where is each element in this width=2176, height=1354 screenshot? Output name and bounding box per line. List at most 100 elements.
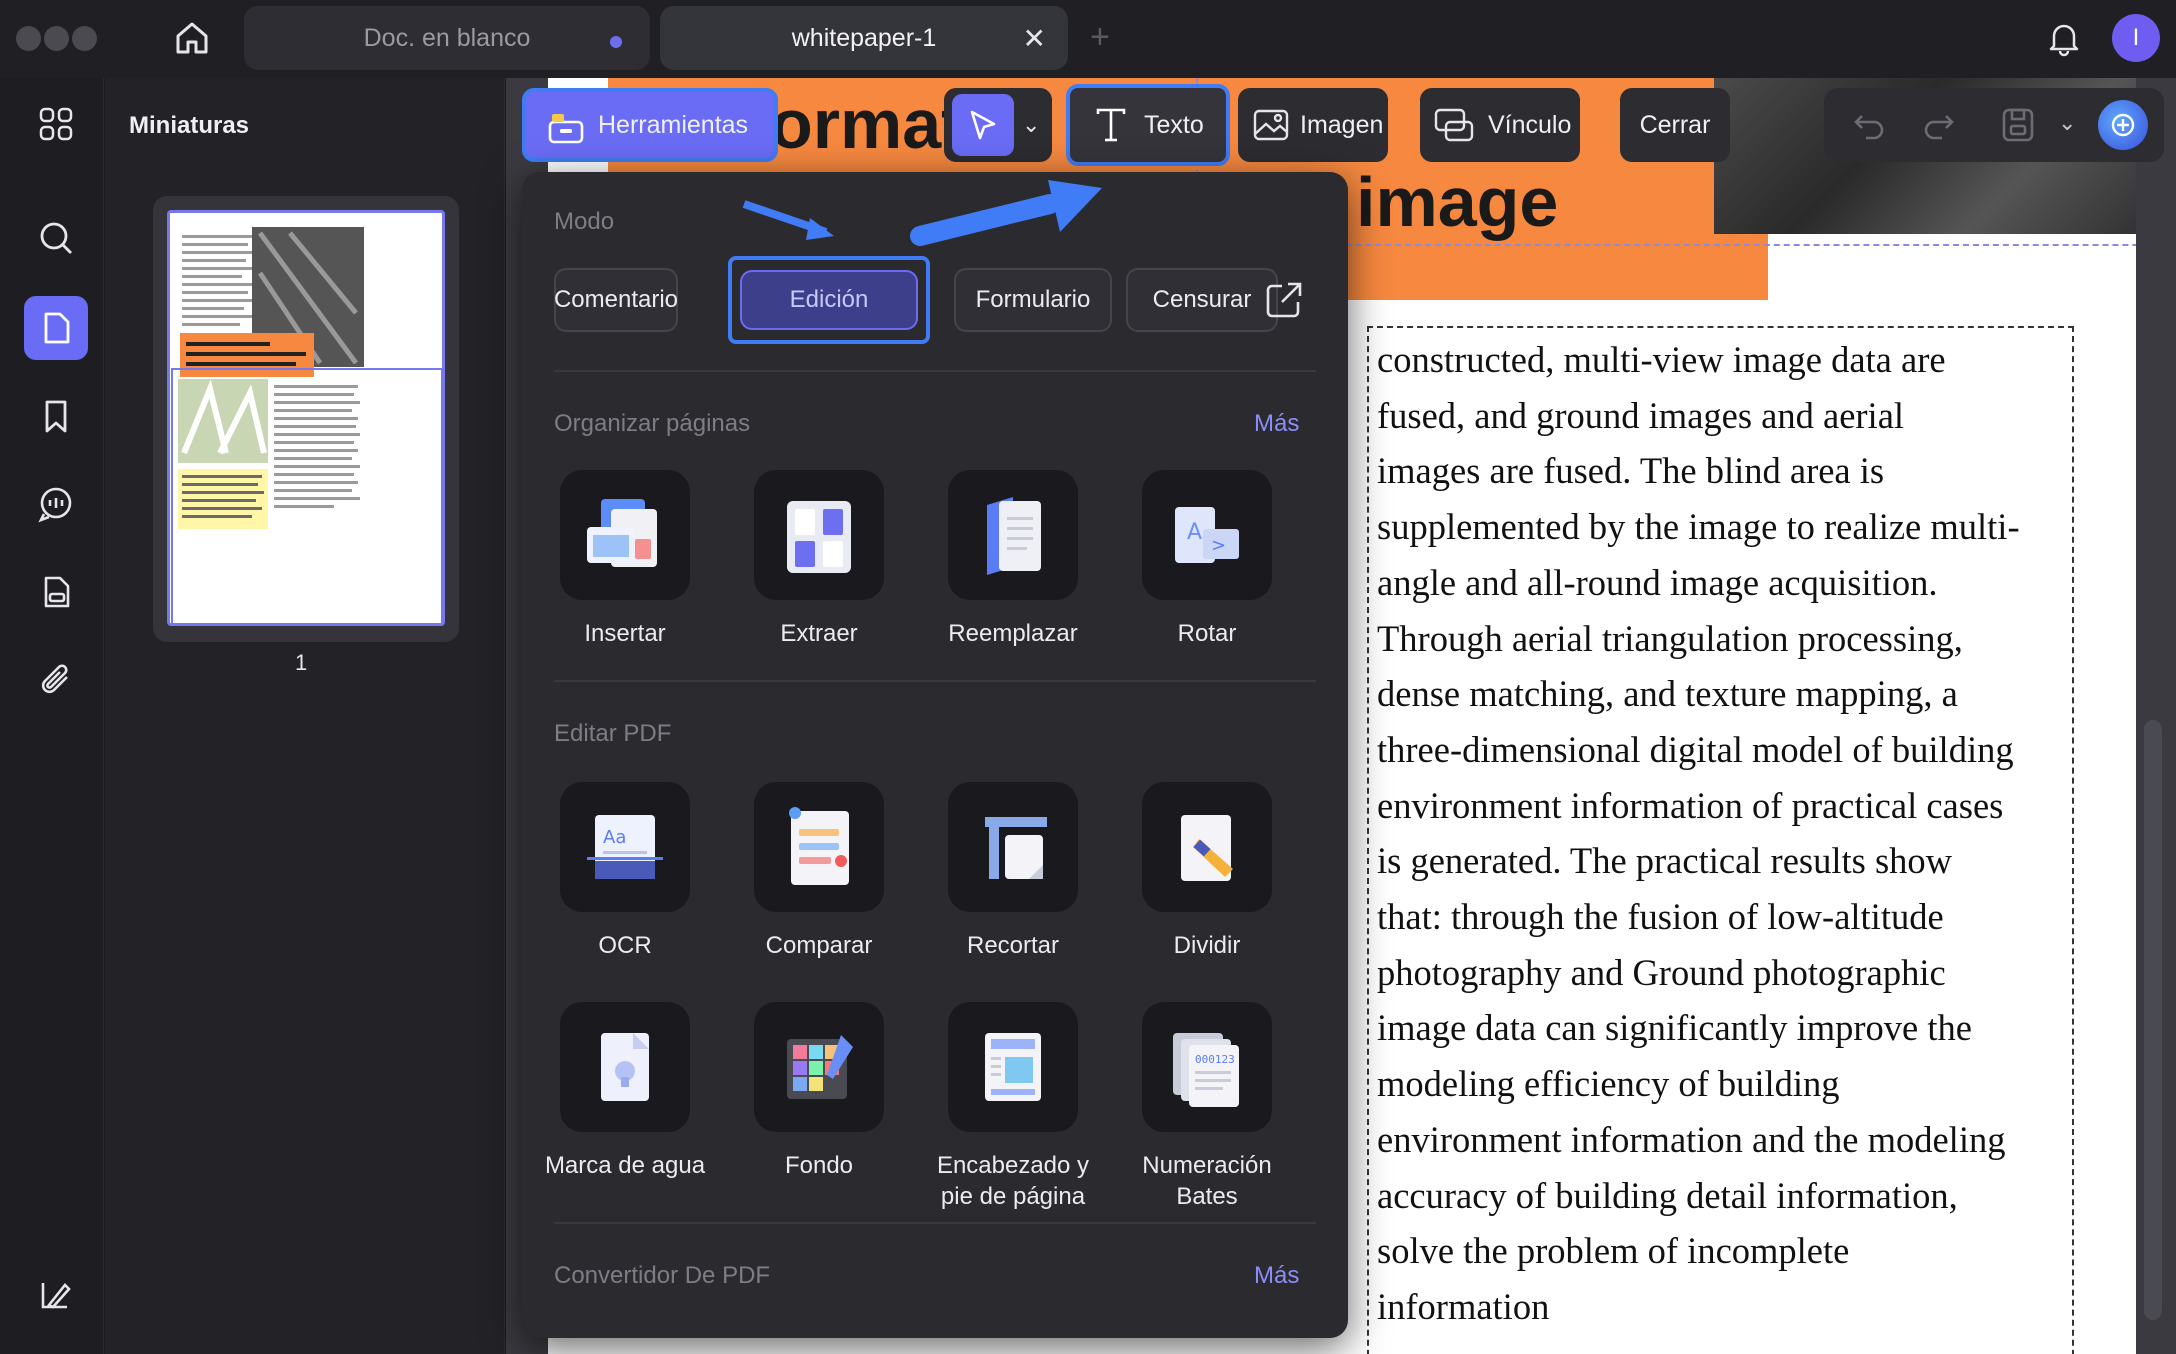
extract-icon (754, 470, 884, 600)
body-text-line: Through aerial triangulation processing, (1377, 617, 1963, 659)
window-close-button[interactable] (16, 26, 41, 51)
tool-crop[interactable]: Recortar (918, 782, 1108, 961)
tool-compare[interactable]: Comparar (724, 782, 914, 961)
unsaved-dot-icon (610, 36, 622, 48)
page-thumbnail[interactable] (167, 210, 445, 626)
body-text-line: supplemented by the image to realize mul… (1377, 506, 2020, 548)
tool-replace[interactable]: Reemplazar (918, 470, 1108, 649)
document-icon[interactable] (24, 560, 88, 624)
tab-blank-doc[interactable]: Doc. en blanco (244, 6, 650, 70)
mode-comment-button[interactable]: Comentario (554, 268, 678, 332)
divider (554, 680, 1316, 682)
close-label: Cerrar (1639, 110, 1711, 139)
undo-icon[interactable] (1852, 108, 1886, 147)
link-tool-button[interactable]: Vínculo (1420, 88, 1580, 162)
body-text-line: images are fused. The blind area is (1377, 450, 1885, 492)
body-text-line: environment information of practical cas… (1377, 784, 2004, 826)
tool-split[interactable]: Dividir (1112, 782, 1302, 961)
body-text-line: modeling efficiency of building (1377, 1063, 1840, 1105)
organize-more-link[interactable]: Más (1254, 410, 1299, 438)
bell-icon[interactable] (2044, 18, 2084, 58)
header-footer-icon (948, 1002, 1078, 1132)
watermark-icon (560, 1002, 690, 1132)
edit-section-label: Editar PDF (554, 720, 672, 747)
body-text-line: image data can significantly improve the (1377, 1007, 1972, 1049)
organize-section-label: Organizar páginas (554, 410, 751, 437)
tool-background[interactable]: Fondo (724, 1002, 914, 1181)
divider (554, 370, 1316, 372)
convert-more-link[interactable]: Más (1254, 1262, 1299, 1290)
tool-insert[interactable]: Insertar (530, 470, 720, 649)
select-tool-button[interactable] (952, 94, 1014, 156)
panel-title: Miniaturas (129, 112, 250, 139)
body-text-line: solve the problem of incomplete (1377, 1230, 1850, 1272)
ai-assistant-icon[interactable] (2098, 100, 2148, 150)
bookmark-icon[interactable] (24, 384, 88, 448)
avatar[interactable]: I (2112, 14, 2160, 62)
mode-section-label: Modo (554, 208, 615, 235)
image-tool-button[interactable]: Imagen (1238, 88, 1388, 162)
chevron-down-icon[interactable]: ⌄ (1022, 112, 1040, 138)
close-toolbar-button[interactable]: Cerrar (1620, 88, 1730, 162)
tab-label: whitepaper-1 (791, 23, 937, 52)
body-text-line: photography and Ground photographic (1377, 951, 1946, 993)
image-icon (1252, 106, 1290, 151)
body-text-line: dense matching, and texture mapping, a (1377, 673, 1958, 715)
sidebar-toggle-icon[interactable] (24, 1262, 88, 1326)
annotation-arrows (742, 180, 1102, 246)
body-text-box[interactable]: constructed, multi-view image data are fu… (1367, 326, 2074, 1354)
body-text-line: constructed, multi-view image data are (1377, 339, 1946, 380)
page-number: 1 (295, 650, 308, 675)
text-icon (1092, 106, 1130, 151)
body-text-line: that: through the fusion of low-altitude (1377, 896, 1944, 938)
mode-redact-button[interactable]: Censurar (1126, 268, 1278, 332)
home-icon[interactable] (168, 14, 216, 62)
search-icon[interactable] (24, 206, 88, 270)
image-tool-label: Imagen (1300, 110, 1384, 139)
body-text-line: angle and all-round image acquisition. (1377, 561, 1938, 603)
text-tool-button[interactable]: Texto (1066, 84, 1230, 166)
tab-whitepaper[interactable]: whitepaper-1 ✕ (660, 6, 1068, 70)
link-tool-label: Vínculo (1488, 110, 1572, 139)
tool-header-footer[interactable]: Encabezado y pie de página (918, 1002, 1108, 1212)
bates-numbering-icon: 000123 (1142, 1002, 1272, 1132)
apps-grid-icon[interactable] (24, 92, 88, 156)
insert-icon (560, 470, 690, 600)
split-icon (1142, 782, 1272, 912)
close-icon[interactable]: ✕ (1023, 22, 1046, 55)
chevron-down-icon[interactable]: ⌄ (2058, 110, 2076, 136)
redo-icon[interactable] (1922, 108, 1956, 147)
tool-watermark[interactable]: Marca de agua (530, 1002, 720, 1181)
open-external-icon[interactable] (1262, 278, 1306, 327)
text-tool-label: Texto (1144, 110, 1204, 139)
tool-bates-numbering[interactable]: 000123 Numeración Bates (1112, 1002, 1302, 1212)
attachment-icon[interactable] (24, 648, 88, 712)
tool-ocr[interactable]: Aa OCR (530, 782, 720, 961)
vertical-scrollbar[interactable] (2144, 720, 2162, 1320)
ocr-icon: Aa (560, 782, 690, 912)
thumbnails-icon[interactable] (24, 296, 88, 360)
new-tab-icon[interactable]: + (1090, 18, 1110, 57)
svg-text:Aa: Aa (603, 827, 626, 848)
tool-rotate[interactable]: A > Rotar (1112, 470, 1302, 649)
body-text-line: environment information and the modeling (1377, 1118, 2006, 1160)
background-icon (754, 1002, 884, 1132)
body-text-line: is generated. The practical results show (1377, 840, 1953, 882)
svg-text:>: > (1211, 535, 1226, 556)
tools-panel: Modo Comentario Edición Formulario Censu… (522, 172, 1348, 1338)
save-icon[interactable] (2000, 106, 2036, 149)
compare-icon (754, 782, 884, 912)
tools-label: Herramientas (598, 110, 749, 139)
window-zoom-button[interactable] (72, 26, 97, 51)
comment-icon[interactable] (24, 472, 88, 536)
window-minimize-button[interactable] (44, 26, 69, 51)
tool-extract[interactable]: Extraer (724, 470, 914, 649)
title-fragment[interactable]: image (1356, 162, 1558, 242)
edit-actions-group: ⌄ (1824, 88, 2164, 162)
left-rail (0, 78, 104, 1354)
tab-label: Doc. en blanco (363, 23, 531, 52)
title-fragment[interactable]: ormat (770, 84, 964, 164)
tools-button[interactable]: Herramientas (522, 88, 778, 162)
link-icon (1434, 106, 1474, 151)
crop-icon (948, 782, 1078, 912)
